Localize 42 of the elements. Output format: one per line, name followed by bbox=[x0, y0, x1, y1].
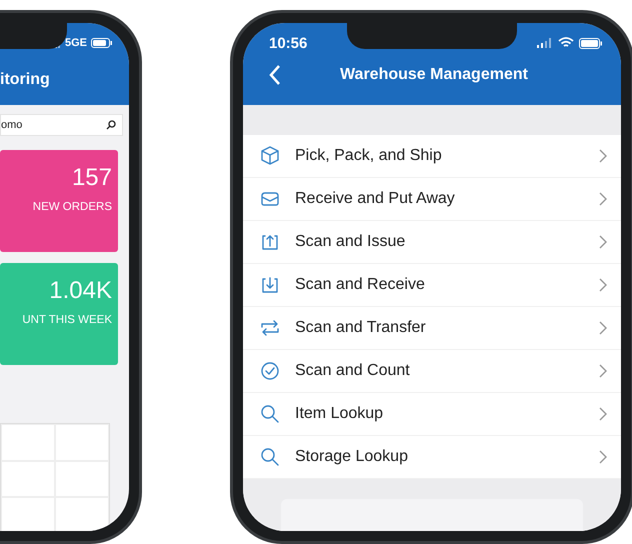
menu-item[interactable]: Scan and Receive bbox=[243, 264, 621, 307]
chevron-right-icon bbox=[599, 321, 607, 335]
menu-item-label: Storage Lookup bbox=[295, 448, 409, 466]
menu-item-label: Receive and Put Away bbox=[295, 190, 456, 208]
chevron-right-icon bbox=[599, 364, 607, 378]
menu-item[interactable]: Scan and Transfer bbox=[243, 307, 621, 350]
menu-item-label: Scan and Count bbox=[295, 362, 411, 380]
header-title: itoring bbox=[0, 71, 51, 89]
battery-icon bbox=[91, 38, 113, 48]
menu-item-label: Scan and Transfer bbox=[295, 319, 427, 337]
chevron-right-icon bbox=[599, 192, 607, 206]
battery-icon bbox=[579, 38, 603, 48]
menu-item[interactable]: Pick, Pack, and Ship bbox=[243, 135, 621, 178]
menu-item[interactable]: Receive and Put Away bbox=[243, 178, 621, 221]
menu-item-label: Item Lookup bbox=[295, 405, 384, 423]
menu-item[interactable]: Scan and Count bbox=[243, 350, 621, 393]
box-icon bbox=[259, 145, 281, 167]
search-icon bbox=[106, 120, 116, 130]
search-icon bbox=[259, 446, 281, 468]
back-icon[interactable] bbox=[269, 65, 281, 85]
stat-label: UNT THIS WEEK bbox=[21, 314, 112, 326]
network-label: 5GE bbox=[64, 37, 87, 49]
chevron-right-icon bbox=[599, 450, 607, 464]
header-title: Warehouse Management bbox=[339, 66, 529, 84]
menu-item[interactable]: Scan and Issue bbox=[243, 221, 621, 264]
signal-icon bbox=[537, 38, 553, 48]
stat-value: 1.04K bbox=[48, 277, 112, 305]
menu-item-label: Pick, Pack, and Ship bbox=[295, 147, 443, 165]
search-field[interactable]: omo bbox=[0, 114, 123, 136]
stat-label: NEW ORDERS bbox=[32, 201, 112, 213]
chevron-right-icon bbox=[599, 149, 607, 163]
check-circle-icon bbox=[259, 360, 281, 382]
stat-value: 157 bbox=[70, 164, 112, 192]
chevron-right-icon bbox=[599, 407, 607, 421]
menu-item-label: Scan and Issue bbox=[295, 233, 406, 251]
wifi-icon bbox=[558, 37, 574, 49]
chevron-right-icon bbox=[599, 235, 607, 249]
menu-item[interactable]: Item Lookup bbox=[243, 393, 621, 436]
chevron-right-icon bbox=[599, 278, 607, 292]
search-icon bbox=[259, 403, 281, 425]
status-time: 10:56 bbox=[269, 34, 308, 52]
menu-item-label: Scan and Receive bbox=[295, 276, 426, 294]
